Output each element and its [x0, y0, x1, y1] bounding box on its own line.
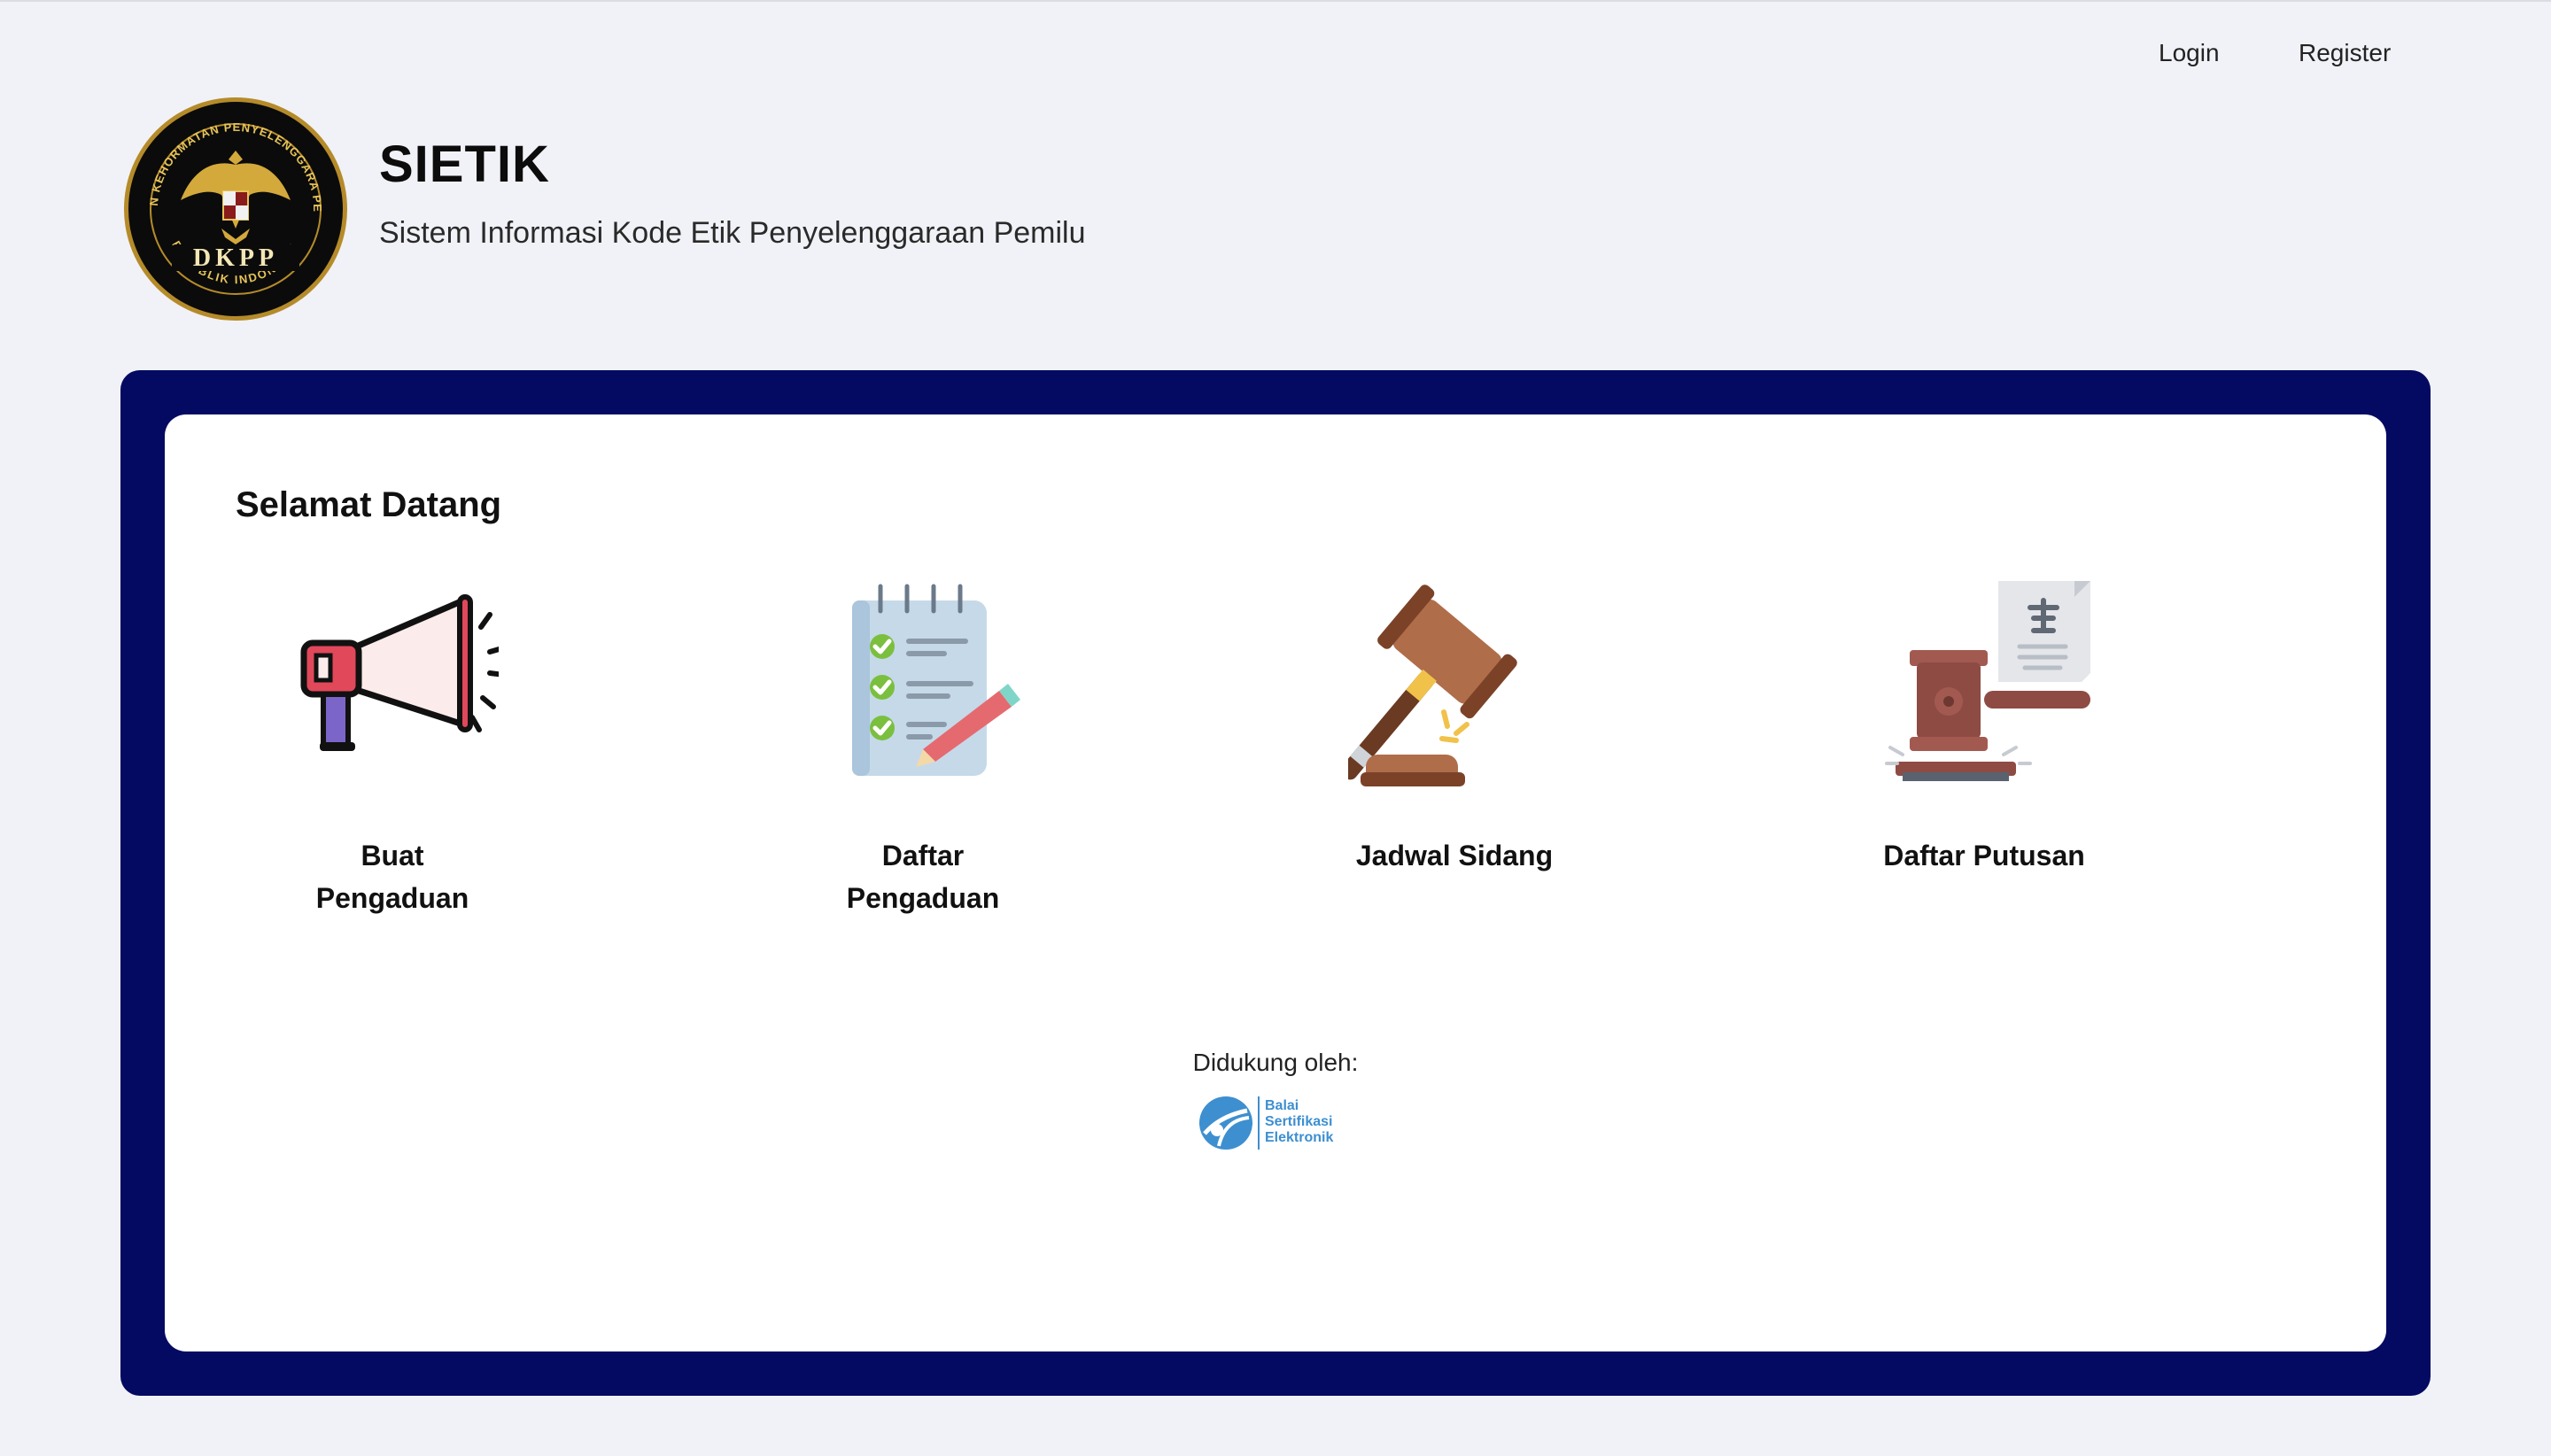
- main-frame: Selamat Datang Buat Pengaduan Daftar Pen…: [120, 370, 2431, 1396]
- welcome-heading: Selamat Datang: [236, 485, 502, 524]
- tile-label-line2: Pengaduan: [315, 882, 469, 914]
- bse-emblem-icon: [1199, 1096, 1252, 1150]
- megaphone-icon: [300, 594, 499, 751]
- bse-logo: Balai Sertifikasi Elektronik: [1198, 1093, 1353, 1155]
- app-subtitle: Sistem Informasi Kode Etik Penyelenggara…: [379, 216, 1086, 250]
- dkpp-logo: DEWAN KEHORMATAN PENYELENGGARA PEMILU RE…: [122, 96, 347, 321]
- tile-daftar-putusan[interactable]: Daftar Putusan: [1798, 574, 2170, 946]
- tile-label: Daftar Pengaduan: [737, 834, 1109, 919]
- bse-line3: Elektronik: [1265, 1130, 1334, 1145]
- top-nav: Login Register: [0, 39, 2551, 78]
- app-title: SIETIK: [379, 136, 550, 193]
- verdict-icon: [1885, 581, 2090, 781]
- tile-daftar-pengaduan[interactable]: Daftar Pengaduan: [737, 574, 1109, 946]
- tile-label-line2: Pengaduan: [846, 882, 1000, 914]
- register-link[interactable]: Register: [2299, 39, 2391, 67]
- checklist-icon: [852, 584, 1020, 776]
- welcome-card: Selamat Datang Buat Pengaduan Daftar Pen…: [165, 414, 2386, 1351]
- tile-jadwal-sidang[interactable]: Jadwal Sidang: [1268, 574, 1640, 946]
- bse-logo-text: Balai Sertifikasi Elektronik: [1265, 1098, 1333, 1146]
- tile-label: Daftar Putusan: [1883, 840, 2085, 871]
- tile-label-line1: Buat: [361, 840, 424, 871]
- bse-line2: Sertifikasi: [1265, 1114, 1333, 1129]
- supported-by-label: Didukung oleh:: [1192, 1049, 1359, 1076]
- logo-center-text: DKPP: [193, 244, 278, 272]
- tile-label: Buat Pengaduan: [206, 834, 578, 919]
- bse-line1: Balai: [1265, 1098, 1299, 1113]
- bse-divider: [1258, 1096, 1260, 1150]
- top-border: [0, 0, 2551, 2]
- login-link[interactable]: Login: [2159, 39, 2220, 67]
- tile-label-line1: Daftar: [881, 840, 965, 871]
- gavel-icon: [1348, 585, 1517, 786]
- tile-label: Jadwal Sidang: [1355, 840, 1554, 871]
- tile-buat-pengaduan[interactable]: Buat Pengaduan: [206, 574, 578, 946]
